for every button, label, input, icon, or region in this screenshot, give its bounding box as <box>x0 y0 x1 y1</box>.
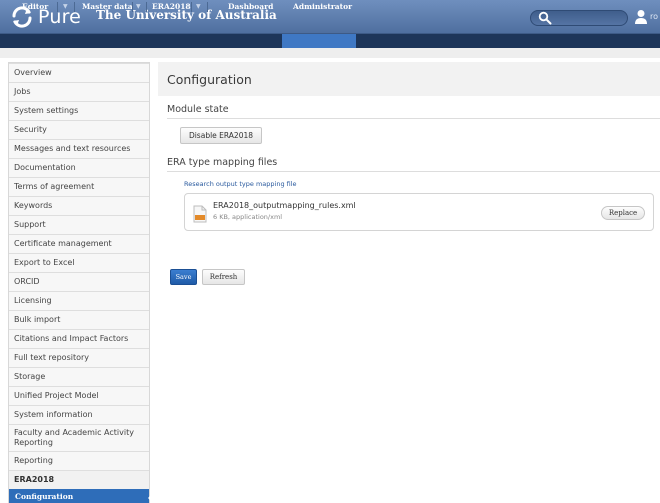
era-mapping-heading: ERA type mapping files <box>167 157 278 168</box>
section-divider <box>167 171 660 172</box>
nav-item-administrator[interactable]: Administrator <box>293 0 352 14</box>
disable-era2018-button[interactable]: Disable ERA2018 <box>180 127 262 144</box>
nav-item-editor[interactable]: Editor <box>22 0 48 14</box>
sidebar-item-licensing[interactable]: Licensing <box>9 291 149 310</box>
nav-separator <box>146 2 147 12</box>
sidebar-item-faculty-reporting[interactable]: Faculty and Academic Activity Reporting <box>9 424 149 451</box>
sidebar-item-security[interactable]: Security <box>9 120 149 139</box>
nav-separator <box>207 2 208 12</box>
sidebar-item-citations[interactable]: Citations and Impact Factors <box>9 329 149 348</box>
nav-separator <box>57 2 58 12</box>
sidebar-item-bulk-import[interactable]: Bulk import <box>9 310 149 329</box>
sidebar-item-system-info[interactable]: System information <box>9 405 149 424</box>
sidebar-item-support[interactable]: Support <box>9 215 149 234</box>
sidebar-item-messages[interactable]: Messages and text resources <box>9 139 149 158</box>
search-icon[interactable] <box>538 11 552 25</box>
page-title: Configuration <box>167 72 252 87</box>
header-spacer <box>0 48 660 58</box>
nav-separator <box>132 2 133 12</box>
sidebar-item-orcid[interactable]: ORCID <box>9 272 149 291</box>
sidebar-item-terms[interactable]: Terms of agreement <box>9 177 149 196</box>
sidebar-item-keywords[interactable]: Keywords <box>9 196 149 215</box>
module-state-heading: Module state <box>167 104 229 115</box>
user-name[interactable]: ro <box>650 12 658 21</box>
sidebar-item-storage[interactable]: Storage <box>9 367 149 386</box>
nav-active-indicator <box>282 34 356 48</box>
chevron-down-icon[interactable]: ▼ <box>136 0 141 14</box>
replace-button[interactable]: Replace <box>601 206 645 220</box>
sidebar-item-system-settings[interactable]: System settings <box>9 101 149 120</box>
file-meta: 6 KB, application/xml <box>213 213 283 221</box>
section-divider <box>167 118 660 119</box>
mapping-file-label: Research output type mapping file <box>184 180 297 188</box>
nav-separator <box>74 2 75 12</box>
file-name[interactable]: ERA2018_outputmapping_rules.xml <box>213 201 356 210</box>
save-button[interactable]: Save <box>170 269 197 285</box>
nav-item-master-data[interactable]: Master data <box>82 0 133 14</box>
sidebar-item-configuration[interactable]: Configuration <box>9 489 149 503</box>
chevron-down-icon[interactable]: ▼ <box>63 0 68 14</box>
nav-item-era2018[interactable]: ERA2018 <box>152 0 191 14</box>
sidebar-item-era2018[interactable]: ERA2018 <box>9 470 149 489</box>
user-icon[interactable] <box>634 9 648 25</box>
sidebar-item-certificates[interactable]: Certificate management <box>9 234 149 253</box>
sidebar-item-jobs[interactable]: Jobs <box>9 82 149 101</box>
nav-separator <box>191 2 192 12</box>
sidebar-item-reporting[interactable]: Reporting <box>9 451 149 470</box>
sidebar-item-overview[interactable]: Overview <box>9 63 149 82</box>
xml-file-icon[interactable] <box>193 205 207 223</box>
sidebar-item-export-excel[interactable]: Export to Excel <box>9 253 149 272</box>
nav-item-dashboard[interactable]: Dashboard <box>228 0 273 14</box>
mapping-file-card <box>184 193 654 231</box>
sidebar: Overview Jobs System settings Security M… <box>8 62 150 503</box>
refresh-button[interactable]: Refresh <box>202 269 245 285</box>
chevron-down-icon[interactable]: ▼ <box>196 0 201 14</box>
sidebar-item-unified-project[interactable]: Unified Project Model <box>9 386 149 405</box>
sidebar-item-full-text[interactable]: Full text repository <box>9 348 149 367</box>
sidebar-item-documentation[interactable]: Documentation <box>9 158 149 177</box>
